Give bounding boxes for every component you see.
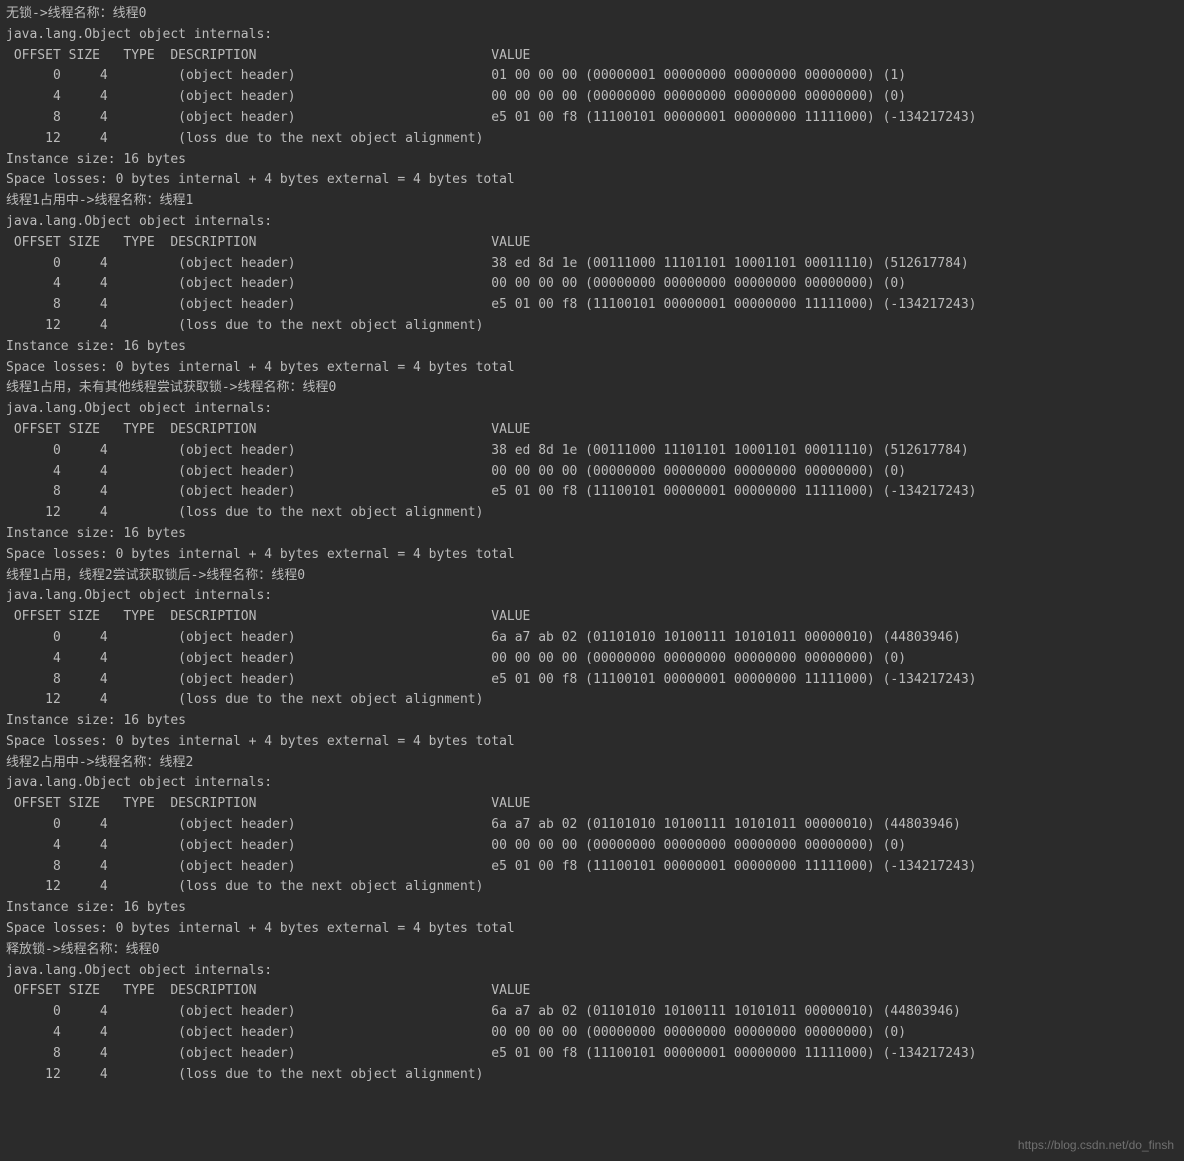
table-header: OFFSET SIZE TYPE DESCRIPTION VALUE	[6, 981, 1166, 1002]
internals-line: java.lang.Object object internals:	[6, 586, 1166, 607]
table-row: 0 4 (object header) 6a a7 ab 02 (0110101…	[6, 815, 1166, 836]
block-title: 线程1占用，线程2尝试获取锁后->线程名称：线程0	[6, 566, 1166, 587]
instance-size: Instance size: 16 bytes	[6, 524, 1166, 545]
internals-line: java.lang.Object object internals:	[6, 961, 1166, 982]
table-row: 12 4 (loss due to the next object alignm…	[6, 503, 1166, 524]
table-row: 0 4 (object header) 6a a7 ab 02 (0110101…	[6, 1002, 1166, 1023]
table-row: 4 4 (object header) 00 00 00 00 (0000000…	[6, 87, 1166, 108]
instance-size: Instance size: 16 bytes	[6, 711, 1166, 732]
table-header: OFFSET SIZE TYPE DESCRIPTION VALUE	[6, 46, 1166, 67]
table-row: 12 4 (loss due to the next object alignm…	[6, 316, 1166, 337]
table-header: OFFSET SIZE TYPE DESCRIPTION VALUE	[6, 420, 1166, 441]
space-losses: Space losses: 0 bytes internal + 4 bytes…	[6, 545, 1166, 566]
console-output[interactable]: 无锁->线程名称：线程0java.lang.Object object inte…	[0, 0, 1172, 1089]
table-header: OFFSET SIZE TYPE DESCRIPTION VALUE	[6, 233, 1166, 254]
table-row: 12 4 (loss due to the next object alignm…	[6, 690, 1166, 711]
instance-size: Instance size: 16 bytes	[6, 337, 1166, 358]
block-title: 无锁->线程名称：线程0	[6, 4, 1166, 25]
table-row: 4 4 (object header) 00 00 00 00 (0000000…	[6, 836, 1166, 857]
table-row: 4 4 (object header) 00 00 00 00 (0000000…	[6, 1023, 1166, 1044]
table-row: 0 4 (object header) 01 00 00 00 (0000000…	[6, 66, 1166, 87]
instance-size: Instance size: 16 bytes	[6, 150, 1166, 171]
block-title: 释放锁->线程名称：线程0	[6, 940, 1166, 961]
table-header: OFFSET SIZE TYPE DESCRIPTION VALUE	[6, 794, 1166, 815]
table-row: 0 4 (object header) 38 ed 8d 1e (0011100…	[6, 254, 1166, 275]
watermark-text: https://blog.csdn.net/do_finsh	[1018, 1136, 1174, 1155]
table-row: 12 4 (loss due to the next object alignm…	[6, 129, 1166, 150]
table-row: 0 4 (object header) 38 ed 8d 1e (0011100…	[6, 441, 1166, 462]
instance-size: Instance size: 16 bytes	[6, 898, 1166, 919]
table-row: 4 4 (object header) 00 00 00 00 (0000000…	[6, 274, 1166, 295]
table-row: 12 4 (loss due to the next object alignm…	[6, 1065, 1166, 1086]
table-row: 4 4 (object header) 00 00 00 00 (0000000…	[6, 649, 1166, 670]
space-losses: Space losses: 0 bytes internal + 4 bytes…	[6, 170, 1166, 191]
space-losses: Space losses: 0 bytes internal + 4 bytes…	[6, 358, 1166, 379]
internals-line: java.lang.Object object internals:	[6, 212, 1166, 233]
table-row: 4 4 (object header) 00 00 00 00 (0000000…	[6, 462, 1166, 483]
block-title: 线程1占用中->线程名称：线程1	[6, 191, 1166, 212]
block-title: 线程2占用中->线程名称：线程2	[6, 753, 1166, 774]
table-row: 8 4 (object header) e5 01 00 f8 (1110010…	[6, 1044, 1166, 1065]
space-losses: Space losses: 0 bytes internal + 4 bytes…	[6, 919, 1166, 940]
internals-line: java.lang.Object object internals:	[6, 773, 1166, 794]
table-header: OFFSET SIZE TYPE DESCRIPTION VALUE	[6, 607, 1166, 628]
table-row: 0 4 (object header) 6a a7 ab 02 (0110101…	[6, 628, 1166, 649]
table-row: 12 4 (loss due to the next object alignm…	[6, 877, 1166, 898]
block-title: 线程1占用，未有其他线程尝试获取锁->线程名称：线程0	[6, 378, 1166, 399]
table-row: 8 4 (object header) e5 01 00 f8 (1110010…	[6, 108, 1166, 129]
internals-line: java.lang.Object object internals:	[6, 399, 1166, 420]
table-row: 8 4 (object header) e5 01 00 f8 (1110010…	[6, 295, 1166, 316]
table-row: 8 4 (object header) e5 01 00 f8 (1110010…	[6, 857, 1166, 878]
space-losses: Space losses: 0 bytes internal + 4 bytes…	[6, 732, 1166, 753]
table-row: 8 4 (object header) e5 01 00 f8 (1110010…	[6, 482, 1166, 503]
table-row: 8 4 (object header) e5 01 00 f8 (1110010…	[6, 670, 1166, 691]
internals-line: java.lang.Object object internals:	[6, 25, 1166, 46]
